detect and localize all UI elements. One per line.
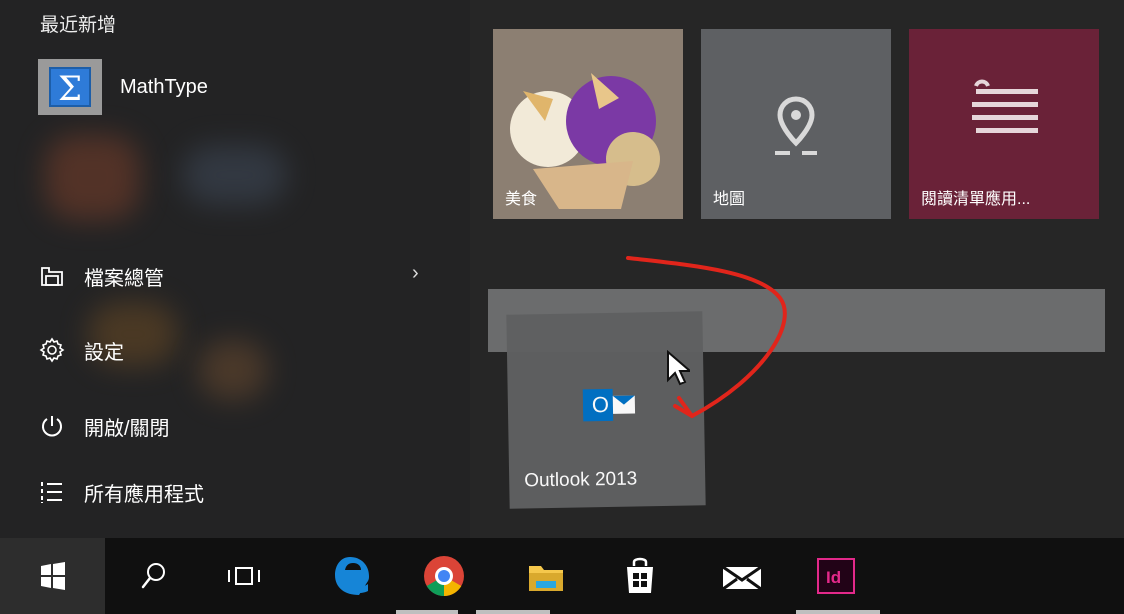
- search-icon: [141, 563, 165, 589]
- app-label-mathtype: MathType: [120, 75, 208, 98]
- store-bag-icon: [627, 557, 653, 593]
- nav-item-settings[interactable]: 設定: [38, 330, 124, 370]
- taskbar-indesign-button[interactable]: Id: [800, 538, 872, 614]
- nav-label-power: 開啟/關閉: [84, 417, 170, 440]
- chevron-right-icon[interactable]: ›: [412, 262, 419, 285]
- sigma-glyph: Σ: [49, 67, 91, 109]
- tile-label-food: 美食: [505, 191, 538, 208]
- mathtype-sigma-icon: Σ: [38, 59, 102, 115]
- recently-added-header: 最近新增: [40, 15, 117, 36]
- indesign-icon-text: Id: [826, 568, 841, 587]
- blurred-background-shape: [45, 135, 140, 220]
- nav-label-settings: 設定: [84, 341, 124, 364]
- taskbar-start-button[interactable]: [0, 538, 105, 614]
- indesign-icon: Id: [817, 558, 855, 594]
- taskbar-active-indicator: [476, 610, 550, 614]
- nav-label-file-explorer: 檔案總管: [84, 267, 164, 290]
- start-menu: 最近新增 Σ MathType 檔案總管 › 設定 開啟/關閉 所有應用程式 美…: [0, 0, 1124, 538]
- tile-food[interactable]: 美食: [493, 29, 683, 219]
- tile-reading-list[interactable]: 閱讀清單應用...: [909, 29, 1099, 219]
- taskbar-active-indicator: [396, 610, 458, 614]
- outlook-tile-label: Outlook 2013: [524, 468, 638, 492]
- tile-maps[interactable]: 地圖: [701, 29, 891, 219]
- outlook-icon: O: [582, 388, 636, 422]
- chrome-icon: [424, 556, 464, 596]
- dragging-tile-outlook[interactable]: O Outlook 2013: [506, 311, 706, 509]
- taskbar-chrome-button[interactable]: [408, 538, 480, 614]
- windows-logo-icon: [40, 562, 65, 590]
- taskbar-search-button[interactable]: [118, 538, 190, 614]
- mail-icon: [722, 565, 762, 591]
- nav-item-file-explorer[interactable]: 檔案總管: [38, 256, 164, 296]
- taskbar-store-button[interactable]: [604, 538, 676, 614]
- taskbar-active-indicator: [796, 610, 880, 614]
- svg-text:O: O: [592, 392, 610, 417]
- mouse-cursor: [667, 350, 690, 386]
- taskbar-file-explorer-button[interactable]: [510, 538, 582, 614]
- folder-icon: [529, 566, 563, 591]
- taskbar-mail-button[interactable]: [706, 538, 778, 614]
- settings-gear-icon: [38, 336, 66, 364]
- start-menu-left-pane: 最近新增 Σ MathType 檔案總管 › 設定 開啟/關閉 所有應用程式: [0, 0, 470, 538]
- reading-list-icon: [972, 79, 1038, 133]
- nav-item-all-apps[interactable]: 所有應用程式: [38, 472, 204, 512]
- task-view-icon: [228, 567, 260, 585]
- taskbar-edge-button[interactable]: [317, 538, 389, 614]
- tile-label-reading-list: 閱讀清單應用...: [921, 191, 1031, 208]
- blurred-background-shape: [182, 145, 287, 205]
- map-pin-icon: [775, 96, 817, 155]
- tile-label-maps: 地圖: [713, 191, 746, 208]
- power-icon: [38, 412, 66, 440]
- blurred-background-shape: [198, 340, 268, 400]
- edge-icon: [335, 557, 369, 595]
- file-explorer-icon: [38, 262, 66, 290]
- app-item-mathtype[interactable]: Σ MathType: [38, 59, 208, 115]
- nav-label-all-apps: 所有應用程式: [84, 483, 204, 506]
- taskbar-task-view-button[interactable]: [208, 538, 280, 614]
- nav-item-power[interactable]: 開啟/關閉: [38, 406, 170, 446]
- all-apps-list-icon: [38, 478, 66, 506]
